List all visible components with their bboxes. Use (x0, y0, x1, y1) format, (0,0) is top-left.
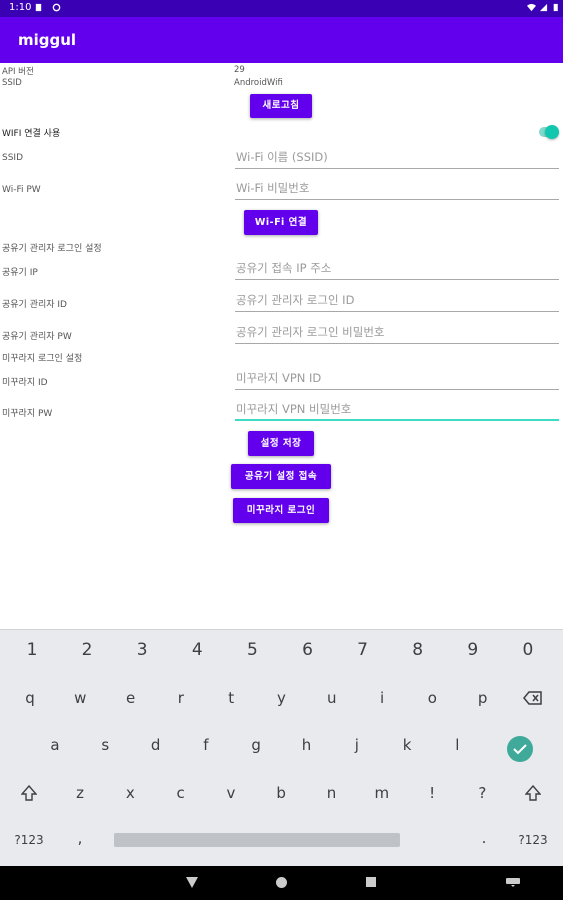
letter-key[interactable]: f (186, 730, 226, 760)
number-key[interactable]: 4 (177, 635, 217, 665)
symbols-key-left[interactable]: ?123 (9, 825, 49, 855)
wifi-connect-button[interactable]: Wi-Fi 연결 (244, 210, 318, 235)
wifi-pw-label: Wi-Fi PW (2, 185, 41, 195)
backspace-icon[interactable] (523, 690, 543, 706)
letter-key[interactable]: g (236, 730, 276, 760)
space-key[interactable] (114, 833, 400, 847)
router-pw-label: 공유기 관리자 PW (2, 332, 72, 342)
letter-key[interactable]: e (111, 683, 151, 713)
router-settings-connect-button[interactable]: 공유기 설정 접속 (231, 464, 331, 489)
api-version-value: 29 (234, 65, 245, 75)
letter-key[interactable]: v (211, 778, 251, 808)
letter-key[interactable]: l (437, 730, 477, 760)
back-icon[interactable] (186, 877, 198, 888)
battery-icon (553, 3, 558, 12)
letter-key[interactable]: h (287, 730, 327, 760)
signal-icon (539, 3, 548, 12)
keyboard-row-asdf: asdfghjkl (0, 730, 563, 760)
router-ip-label: 공유기 IP (2, 268, 38, 278)
home-icon[interactable] (276, 877, 287, 888)
letter-key[interactable]: j (337, 730, 377, 760)
wifi-ssid-input[interactable]: Wi-Fi 이름 (SSID) (235, 147, 559, 169)
navigation-bar (0, 866, 563, 900)
number-key[interactable]: 7 (343, 635, 383, 665)
wifi-pw-input[interactable]: Wi-Fi 비밀번호 (235, 178, 559, 200)
status-bar: 1:10 (0, 0, 563, 17)
number-key[interactable]: 3 (122, 635, 162, 665)
letter-key[interactable]: c (161, 778, 201, 808)
period-key[interactable]: . (464, 823, 504, 853)
shift-left-icon[interactable] (21, 785, 37, 801)
number-key[interactable]: 8 (398, 635, 438, 665)
refresh-button[interactable]: 새로고침 (250, 94, 312, 118)
keyboard-row-qwerty: qwertyuiop (0, 683, 563, 713)
settings-icon (52, 3, 61, 12)
ssid-info-value: AndroidWifi (234, 78, 283, 88)
number-key[interactable]: 1 (12, 635, 52, 665)
wifi-ssid-label: SSID (2, 153, 24, 163)
number-key[interactable]: 0 (508, 635, 548, 665)
recents-icon[interactable] (366, 877, 376, 887)
letter-key[interactable]: s (85, 730, 125, 760)
api-version-label: API 버전 (2, 67, 34, 77)
letter-key[interactable]: d (136, 730, 176, 760)
save-settings-button[interactable]: 설정 저장 (248, 431, 314, 456)
router-ip-input[interactable]: 공유기 접속 IP 주소 (235, 258, 559, 280)
letter-key[interactable]: w (60, 683, 100, 713)
keyboard-hide-icon[interactable] (506, 878, 520, 887)
comma-key[interactable]: , (60, 823, 100, 853)
sim-icon (35, 3, 42, 12)
letter-key[interactable]: r (161, 683, 201, 713)
router-id-input[interactable]: 공유기 관리자 로그인 ID (235, 290, 559, 312)
router-section-title: 공유기 관리자 로그인 설정 (2, 244, 102, 254)
wifi-toggle-thumb[interactable] (545, 125, 559, 139)
miggurage-login-button[interactable]: 미꾸라지 로그인 (233, 498, 329, 523)
letter-key[interactable]: q (10, 683, 50, 713)
letter-key[interactable]: x (110, 778, 150, 808)
ssid-info-label: SSID (2, 78, 22, 88)
number-key[interactable]: 2 (67, 635, 107, 665)
letter-key[interactable]: p (463, 683, 503, 713)
letter-key[interactable]: ! (412, 778, 452, 808)
miggurage-section-title: 미꾸라지 로그인 설정 (2, 354, 83, 364)
shift-right-icon[interactable] (525, 785, 541, 801)
letter-key[interactable]: u (312, 683, 352, 713)
symbols-key-right[interactable]: ?123 (513, 825, 553, 855)
wifi-icon (527, 3, 536, 12)
keyboard-number-row: 1234567890 (0, 635, 563, 665)
miggurage-id-label: 미꾸라지 ID (2, 378, 48, 388)
app-bar: miggul (0, 17, 563, 63)
letter-key[interactable]: b (261, 778, 301, 808)
number-key[interactable]: 6 (288, 635, 328, 665)
miggurage-pw-label: 미꾸라지 PW (2, 409, 53, 419)
miggurage-id-input[interactable]: 미꾸라지 VPN ID (235, 368, 559, 390)
number-key[interactable]: 5 (232, 635, 272, 665)
letter-key[interactable]: k (387, 730, 427, 760)
letter-key[interactable]: n (312, 778, 352, 808)
checkmark-icon (513, 744, 527, 755)
letter-key[interactable]: o (412, 683, 452, 713)
router-id-label: 공유기 관리자 ID (2, 300, 67, 310)
letter-key[interactable]: a (35, 730, 75, 760)
letter-key[interactable]: y (262, 683, 302, 713)
letter-key[interactable]: t (211, 683, 251, 713)
letter-key[interactable]: m (362, 778, 402, 808)
number-key[interactable]: 9 (453, 635, 493, 665)
miggurage-pw-input[interactable]: 미꾸라지 VPN 비밀번호 (235, 399, 559, 421)
router-pw-input[interactable]: 공유기 관리자 로그인 비밀번호 (235, 322, 559, 344)
keyboard-row-zxcv: z x c v b n m!? (0, 778, 563, 808)
status-time: 1:10 (9, 2, 32, 13)
letter-key[interactable]: ? (462, 778, 502, 808)
wifi-use-label: WIFI 연결 사용 (2, 129, 61, 139)
letter-key[interactable]: z (60, 778, 100, 808)
app-title: miggul (18, 31, 77, 49)
letter-key[interactable]: i (362, 683, 402, 713)
enter-key[interactable] (507, 736, 533, 762)
